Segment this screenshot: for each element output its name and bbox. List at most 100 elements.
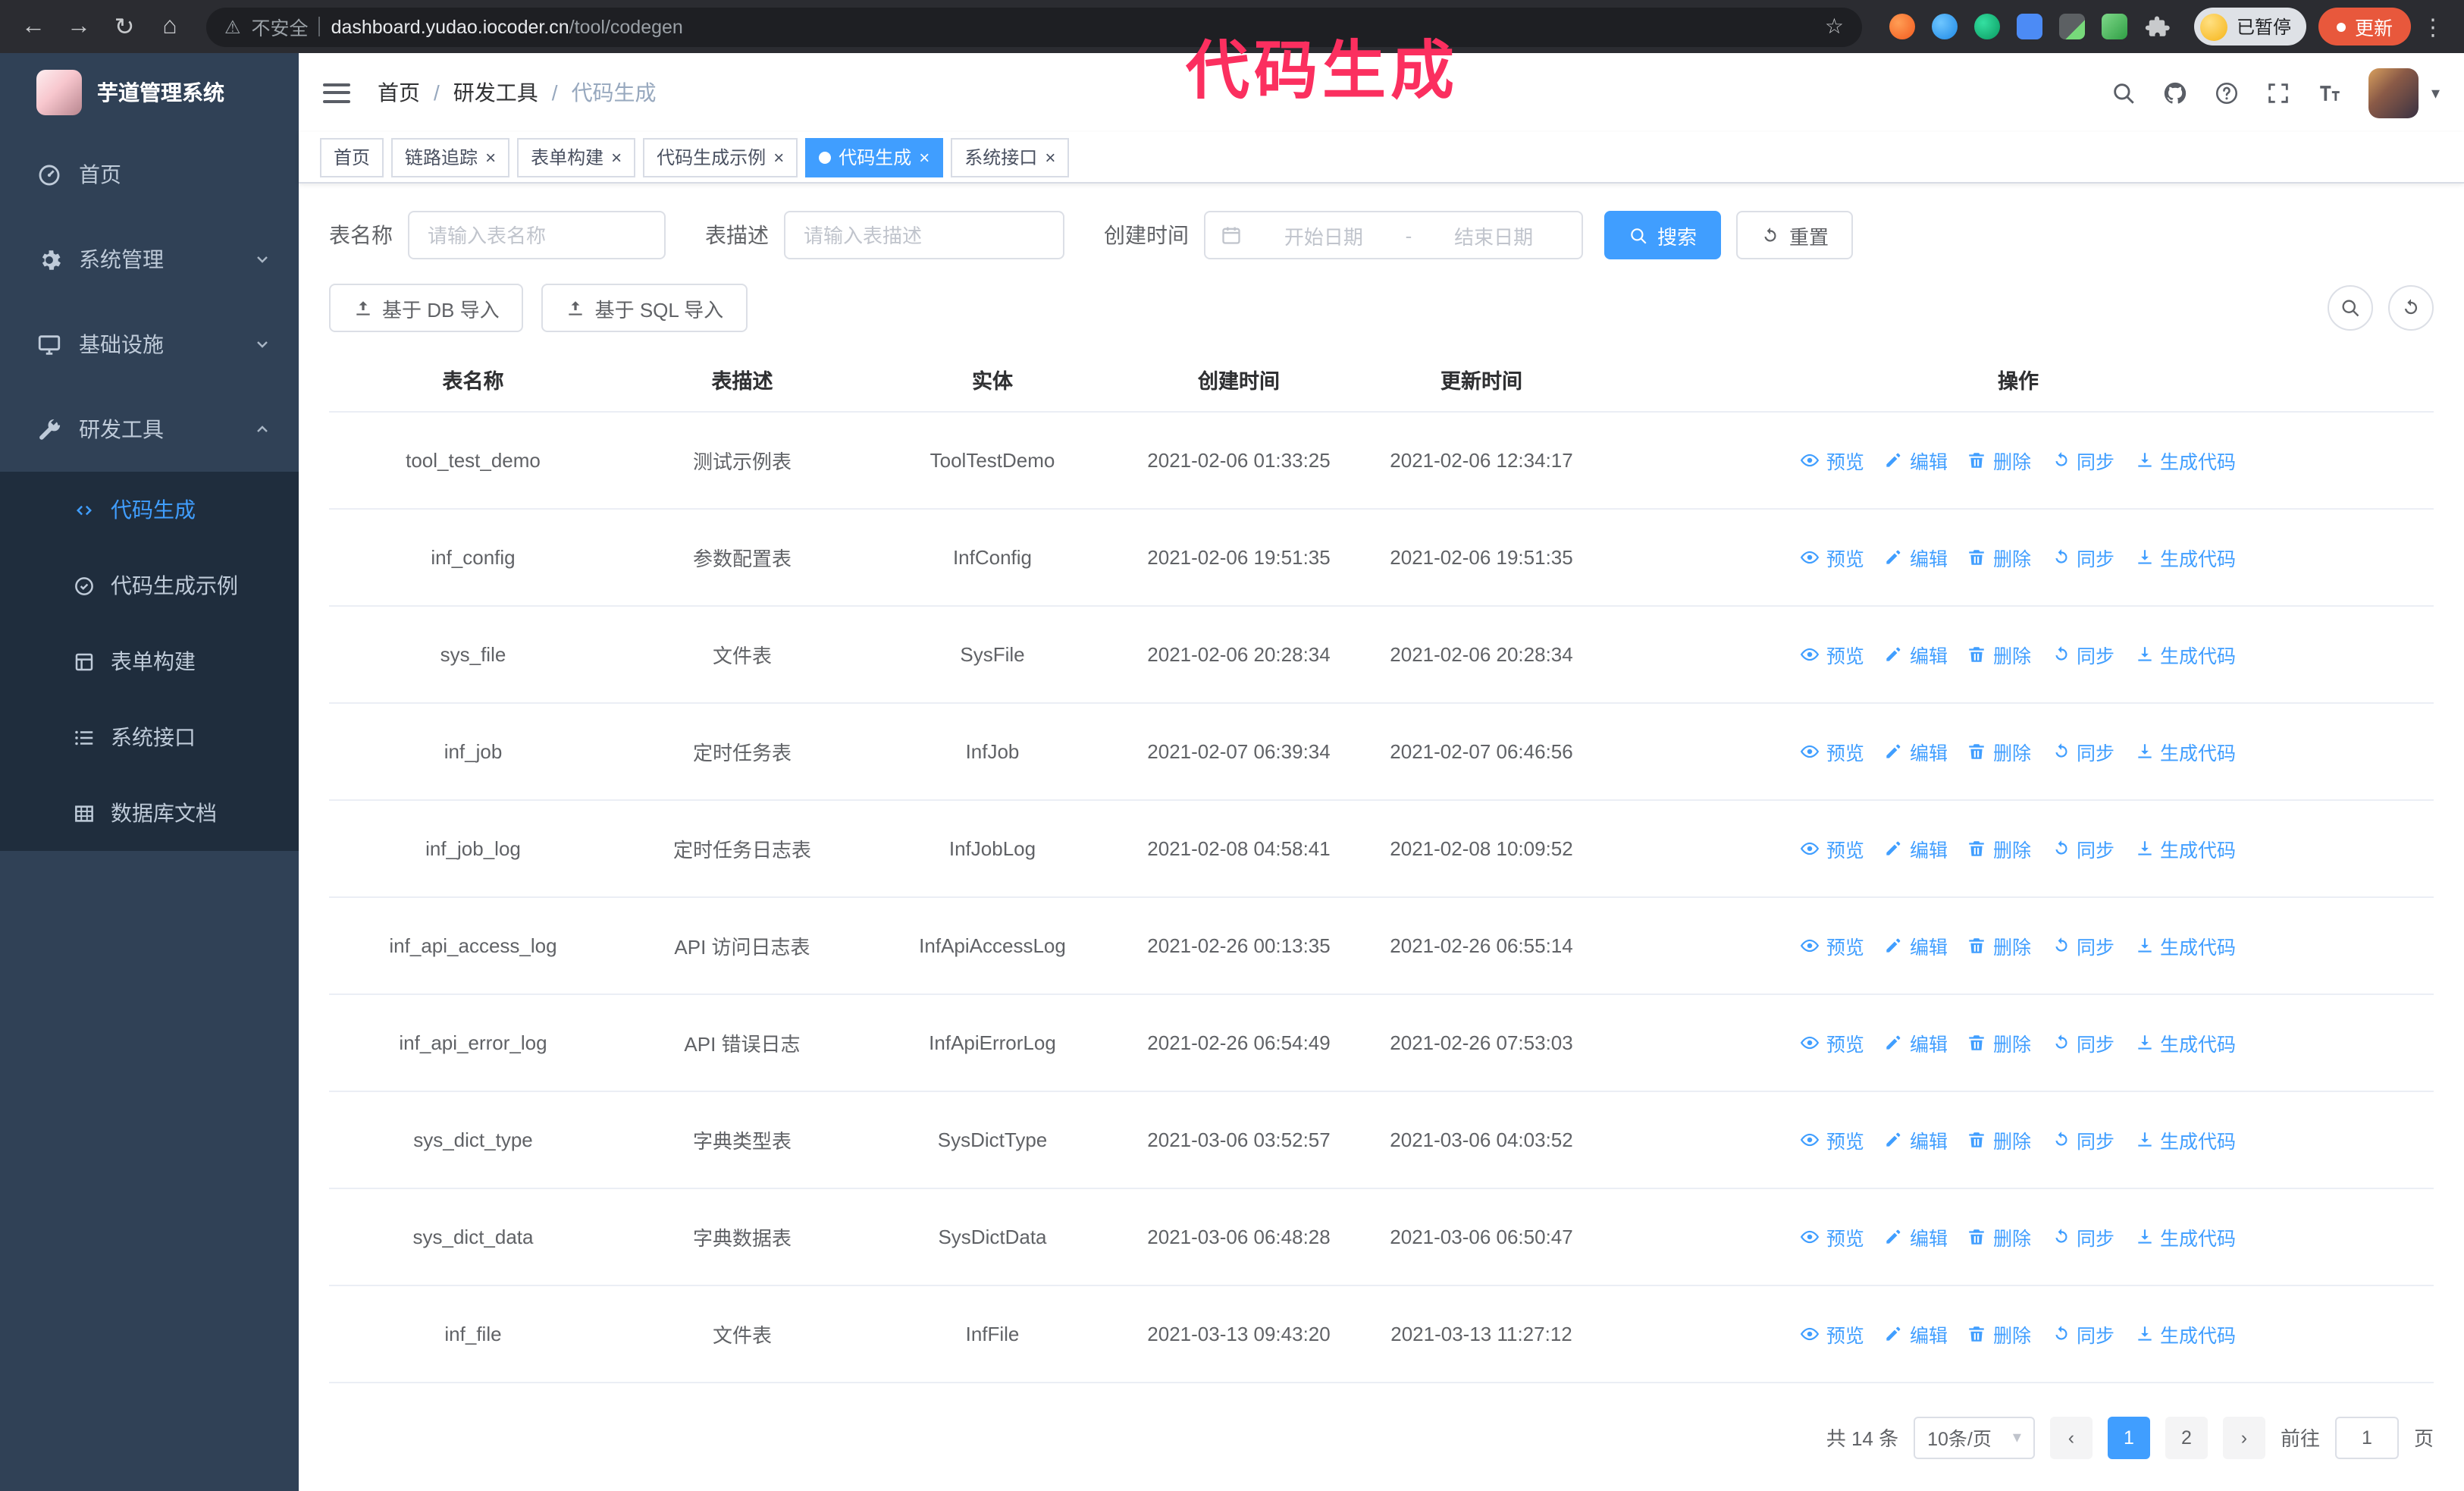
sidebar-item-devtools[interactable]: 研发工具: [0, 387, 299, 472]
close-icon[interactable]: ×: [919, 148, 929, 166]
sync-link[interactable]: 同步: [2051, 1222, 2114, 1251]
delete-link[interactable]: 删除: [1967, 1319, 2031, 1348]
sidebar-item-form-builder[interactable]: 表单构建: [0, 623, 299, 699]
edit-link[interactable]: 编辑: [1884, 445, 1948, 474]
generate-code-link[interactable]: 生成代码: [2134, 1319, 2236, 1348]
sync-link[interactable]: 同步: [2051, 931, 2114, 959]
tab-tracing[interactable]: 链路追踪 ×: [391, 137, 510, 177]
close-icon[interactable]: ×: [773, 148, 784, 166]
edit-link[interactable]: 编辑: [1884, 1028, 1948, 1056]
github-icon[interactable]: [2163, 80, 2189, 105]
preview-link[interactable]: 预览: [1801, 736, 1864, 765]
edit-link[interactable]: 编辑: [1884, 833, 1948, 862]
update-button[interactable]: 更新: [2318, 8, 2411, 46]
preview-link[interactable]: 预览: [1801, 931, 1864, 959]
extension-icon-2[interactable]: [1931, 14, 1958, 39]
generate-code-link[interactable]: 生成代码: [2134, 445, 2236, 474]
generate-code-link[interactable]: 生成代码: [2134, 1222, 2236, 1251]
sidebar-item-codegen-example[interactable]: 代码生成示例: [0, 548, 299, 623]
tab-codegen[interactable]: 代码生成 ×: [805, 137, 944, 177]
back-icon[interactable]: ←: [12, 5, 55, 48]
profile-paused-chip[interactable]: 已暂停: [2193, 8, 2306, 46]
goto-page-input[interactable]: [2334, 1416, 2399, 1458]
sidebar-toggle-icon[interactable]: [323, 83, 350, 102]
delete-link[interactable]: 删除: [1967, 833, 2031, 862]
sidebar-item-db-docs[interactable]: 数据库文档: [0, 775, 299, 851]
toggle-search-button[interactable]: [2328, 285, 2373, 331]
preview-link[interactable]: 预览: [1801, 445, 1864, 474]
preview-link[interactable]: 预览: [1801, 1319, 1864, 1348]
generate-code-link[interactable]: 生成代码: [2134, 931, 2236, 959]
page-1-button[interactable]: 1: [2107, 1416, 2150, 1458]
fullscreen-icon[interactable]: [2266, 80, 2292, 105]
user-avatar[interactable]: [2368, 67, 2419, 118]
sidebar-item-system-api[interactable]: 系统接口: [0, 699, 299, 775]
avatar-caret-icon[interactable]: ▾: [2431, 83, 2440, 102]
sidebar-item-infrastructure[interactable]: 基础设施: [0, 302, 299, 387]
table-name-input[interactable]: [408, 211, 666, 259]
create-time-range-picker[interactable]: 开始日期 - 结束日期: [1204, 211, 1583, 259]
reset-button[interactable]: 重置: [1736, 211, 1854, 259]
generate-code-link[interactable]: 生成代码: [2134, 736, 2236, 765]
edit-link[interactable]: 编辑: [1884, 1222, 1948, 1251]
preview-link[interactable]: 预览: [1801, 1028, 1864, 1056]
delete-link[interactable]: 删除: [1967, 1028, 2031, 1056]
extension-icon-4[interactable]: [2016, 14, 2042, 39]
generate-code-link[interactable]: 生成代码: [2134, 639, 2236, 668]
generate-code-link[interactable]: 生成代码: [2134, 833, 2236, 862]
help-icon[interactable]: [2215, 80, 2240, 105]
tab-form-builder[interactable]: 表单构建 ×: [517, 137, 636, 177]
import-sql-button[interactable]: 基于 SQL 导入: [541, 284, 748, 332]
preview-link[interactable]: 预览: [1801, 1125, 1864, 1154]
extension-icon-3[interactable]: [1973, 14, 2000, 39]
tab-home[interactable]: 首页: [320, 137, 384, 177]
tab-system-api[interactable]: 系统接口 ×: [951, 137, 1070, 177]
delete-link[interactable]: 删除: [1967, 1222, 2031, 1251]
font-size-icon[interactable]: [2318, 80, 2343, 105]
sidebar-item-home[interactable]: 首页: [0, 132, 299, 217]
forward-icon[interactable]: →: [58, 5, 100, 48]
close-icon[interactable]: ×: [1045, 148, 1055, 166]
generate-code-link[interactable]: 生成代码: [2134, 542, 2236, 571]
page-size-select[interactable]: 10条/页 ▾: [1914, 1416, 2035, 1458]
reload-icon[interactable]: ↻: [103, 5, 146, 48]
edit-link[interactable]: 编辑: [1884, 736, 1948, 765]
bookmark-star-icon[interactable]: ☆: [1825, 14, 1844, 39]
search-button[interactable]: 搜索: [1604, 211, 1722, 259]
edit-link[interactable]: 编辑: [1884, 639, 1948, 668]
address-bar[interactable]: ⚠ 不安全 dashboard.yudao.iocoder.cn/tool/co…: [206, 7, 1862, 46]
sync-link[interactable]: 同步: [2051, 1028, 2114, 1056]
prev-page-button[interactable]: ‹: [2049, 1416, 2093, 1458]
preview-link[interactable]: 预览: [1801, 833, 1864, 862]
generate-code-link[interactable]: 生成代码: [2134, 1125, 2236, 1154]
import-db-button[interactable]: 基于 DB 导入: [329, 284, 524, 332]
delete-link[interactable]: 删除: [1967, 1125, 2031, 1154]
sync-link[interactable]: 同步: [2051, 833, 2114, 862]
table-desc-input[interactable]: [784, 211, 1064, 259]
preview-link[interactable]: 预览: [1801, 1222, 1864, 1251]
home-icon[interactable]: ⌂: [149, 5, 191, 48]
close-icon[interactable]: ×: [485, 148, 496, 166]
sync-link[interactable]: 同步: [2051, 445, 2114, 474]
sidebar-item-codegen[interactable]: 代码生成: [0, 472, 299, 548]
generate-code-link[interactable]: 生成代码: [2134, 1028, 2236, 1056]
delete-link[interactable]: 删除: [1967, 639, 2031, 668]
sync-link[interactable]: 同步: [2051, 639, 2114, 668]
browser-menu-icon[interactable]: ⋮: [2422, 13, 2444, 40]
breadcrumb-home[interactable]: 首页: [378, 77, 420, 108]
edit-link[interactable]: 编辑: [1884, 931, 1948, 959]
delete-link[interactable]: 删除: [1967, 542, 2031, 571]
extensions-puzzle-icon[interactable]: [2144, 14, 2170, 39]
sync-link[interactable]: 同步: [2051, 542, 2114, 571]
sync-link[interactable]: 同步: [2051, 736, 2114, 765]
tab-codegen-example[interactable]: 代码生成示例 ×: [643, 137, 798, 177]
preview-link[interactable]: 预览: [1801, 542, 1864, 571]
page-2-button[interactable]: 2: [2165, 1416, 2208, 1458]
extension-icon-6[interactable]: [2101, 14, 2127, 39]
edit-link[interactable]: 编辑: [1884, 542, 1948, 571]
delete-link[interactable]: 删除: [1967, 736, 2031, 765]
next-page-button[interactable]: ›: [2222, 1416, 2265, 1458]
refresh-table-button[interactable]: [2388, 285, 2434, 331]
extension-icon-1[interactable]: [1889, 14, 1915, 39]
sync-link[interactable]: 同步: [2051, 1125, 2114, 1154]
